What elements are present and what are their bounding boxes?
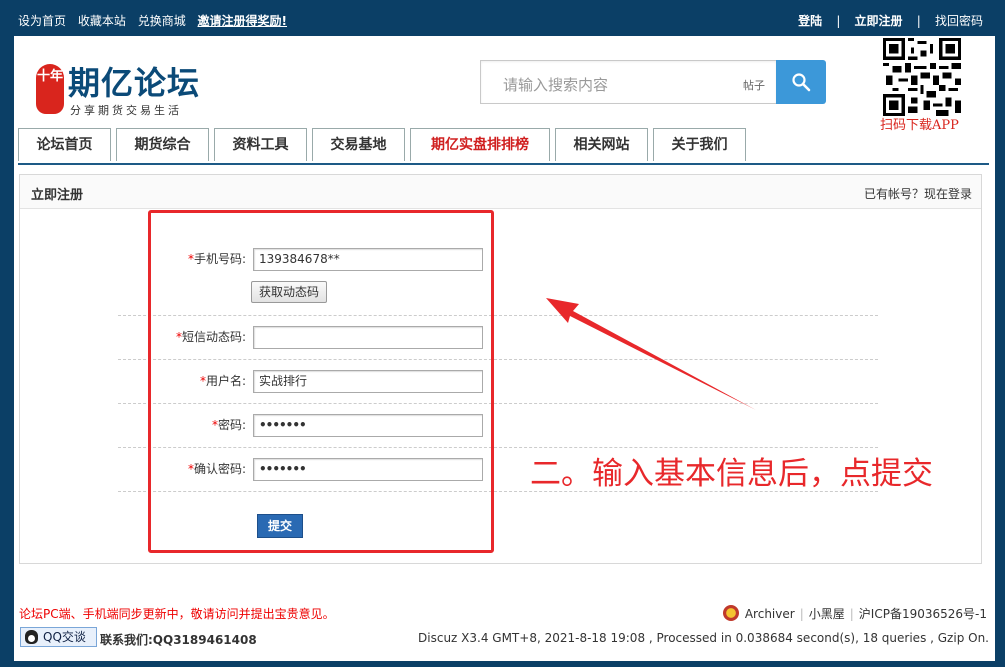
nav-tab-trading-base[interactable]: 交易基地: [312, 128, 405, 161]
site-logo[interactable]: 十年 期亿论坛 分享期货交易生活: [36, 56, 216, 117]
powered-by-info: Discuz X3.4 GMT+8, 2021-8-18 19:08 , Pro…: [418, 631, 989, 645]
bookmark-link[interactable]: 收藏本站: [78, 14, 126, 28]
exchange-mall-link[interactable]: 兑换商城: [138, 14, 186, 28]
footer-links: Archiver | 小黑屋 | 沪ICP备19036526号-1: [722, 605, 987, 622]
qq-chat-label: QQ交谈: [43, 630, 86, 644]
footer-notice: 论坛PC端、手机端同步更新中，敬请访问并提出宝贵意见。: [19, 607, 335, 621]
qq-chat-button[interactable]: QQ交谈: [20, 627, 97, 647]
top-bar-left-links: 设为首页 收藏本站 兑换商城 邀请注册得奖励!: [18, 12, 295, 29]
annotation-text: 二。输入基本信息后，点提交: [530, 456, 933, 492]
icp-link[interactable]: 沪ICP备19036526号-1: [859, 607, 987, 621]
xiaoheiwu-link[interactable]: 小黑屋: [809, 607, 845, 621]
qq-penguin-icon: [25, 630, 38, 644]
invite-register-link[interactable]: 邀请注册得奖励!: [198, 14, 287, 28]
archiver-link[interactable]: Archiver: [745, 607, 795, 621]
search-bar: 请输入搜索内容 帖子: [480, 60, 826, 104]
nav-tab-tools[interactable]: 资料工具: [214, 128, 307, 161]
search-icon: [792, 73, 811, 92]
highlight-box: [148, 210, 494, 553]
page-container: 十年 期亿论坛 分享期货交易生活 请输入搜索内容 帖子 扫码下载APP 论坛首页…: [14, 36, 995, 661]
logo-seal: 十年: [36, 64, 64, 114]
separator: |: [836, 14, 841, 28]
nav-tab-about-us[interactable]: 关于我们: [653, 128, 746, 161]
search-scope-select[interactable]: 帖子: [743, 77, 765, 93]
login-prompt-link[interactable]: 已有帐号？现在登录: [864, 185, 972, 202]
top-bar-right-links: 登陆 | 立即注册 | 找回密码: [798, 12, 983, 29]
logo-name: 期亿论坛: [68, 64, 201, 102]
contact-info: 联系我们:QQ3189461408: [100, 633, 257, 647]
separator: |: [916, 14, 921, 28]
search-button[interactable]: [776, 60, 826, 104]
main-nav: 论坛首页 期货综合 资料工具 交易基地 期亿实盘排排榜 相关网站 关于我们: [18, 128, 989, 165]
search-input[interactable]: 请输入搜索内容 帖子: [480, 60, 776, 104]
logo-slogan: 分享期货交易生活: [70, 104, 182, 117]
top-bar: 设为首页 收藏本站 兑换商城 邀请注册得奖励! 登陆 | 立即注册 | 找回密码: [0, 0, 1005, 36]
panel-title: 立即注册: [31, 188, 84, 203]
set-home-link[interactable]: 设为首页: [18, 14, 66, 28]
find-password-link[interactable]: 找回密码: [935, 14, 983, 28]
panel-header: 立即注册 已有帐号？现在登录: [20, 175, 981, 209]
nav-tab-forum-home[interactable]: 论坛首页: [18, 128, 111, 161]
nav-tab-related-sites[interactable]: 相关网站: [555, 128, 648, 161]
annotation-arrow-icon: [546, 298, 756, 410]
search-placeholder: 请输入搜索内容: [503, 76, 609, 94]
qr-code-icon: [883, 38, 961, 116]
login-link[interactable]: 登陆: [798, 14, 822, 28]
police-badge-icon: [722, 605, 739, 621]
register-link[interactable]: 立即注册: [855, 14, 903, 28]
nav-tab-futures[interactable]: 期货综合: [116, 128, 209, 161]
nav-tab-leaderboard[interactable]: 期亿实盘排排榜: [410, 128, 550, 161]
